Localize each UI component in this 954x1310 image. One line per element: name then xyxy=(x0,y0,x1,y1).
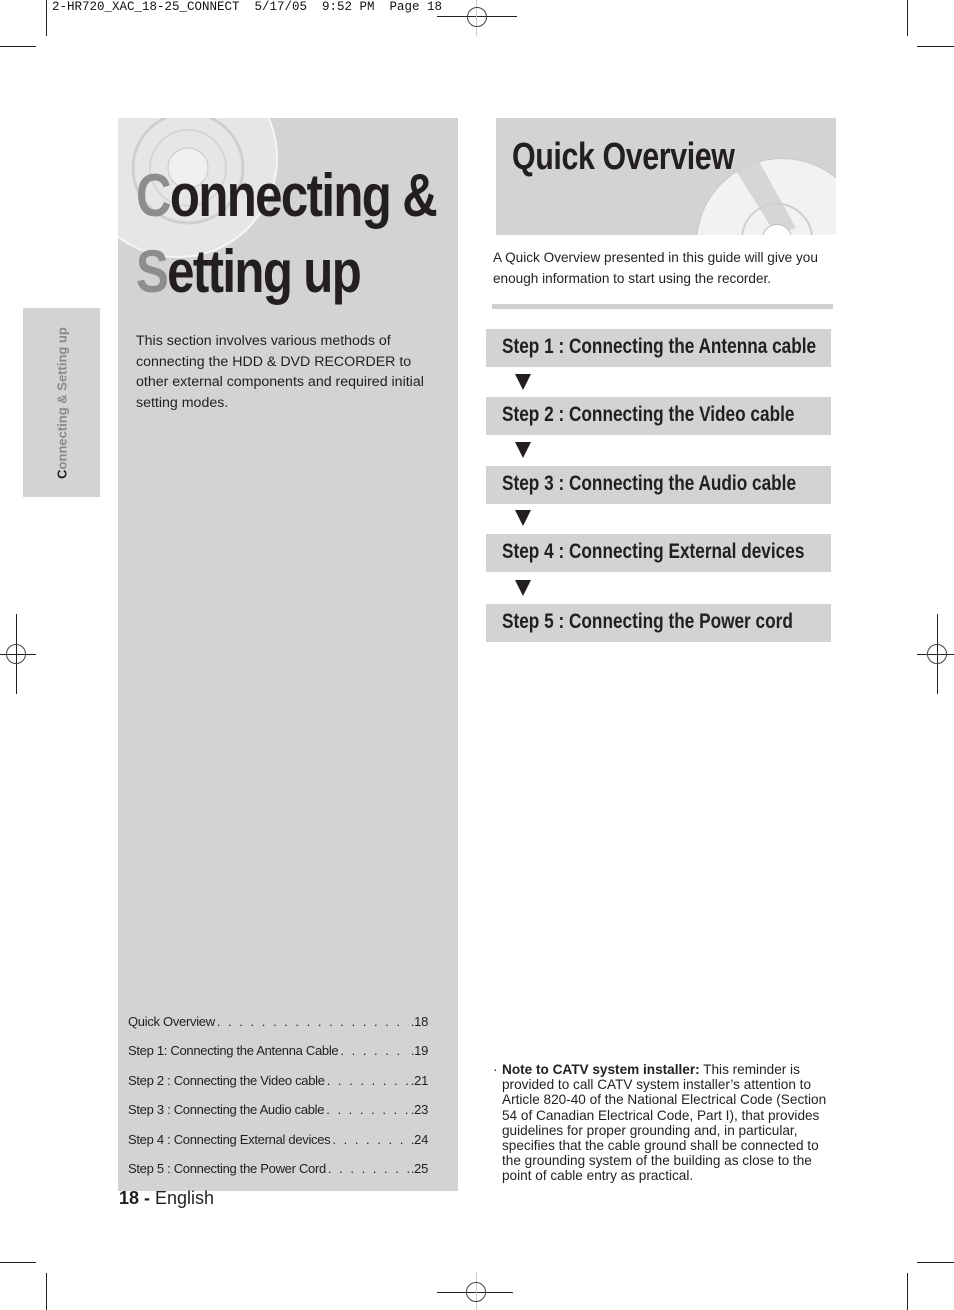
step-5-box: Step 5 : Connecting the Power cord xyxy=(486,604,831,642)
toc-label: Step 4 : Connecting External devices xyxy=(128,1131,331,1147)
toc-leader: . . . . . . . . . . . . . . . . . . . . … xyxy=(327,1160,409,1176)
toc-label: Step 2 : Connecting the Video cable xyxy=(128,1072,325,1088)
toc-label: Step 1: Connecting the Antenna Cable xyxy=(128,1043,339,1059)
step-label: Step 5 : Connecting the Power cord xyxy=(502,610,793,633)
toc-page: .19 xyxy=(410,1043,428,1059)
toc-leader: . . . . . . . . . . . . . . . . . . . . … xyxy=(326,1072,409,1088)
registration-circle-icon xyxy=(6,644,26,664)
title-line1: onnecting & xyxy=(169,162,438,229)
crop-mark xyxy=(917,1262,954,1263)
toc-page: .23 xyxy=(410,1102,428,1118)
toc-leader: . . . . . . . . . . . . . . . . . . . . … xyxy=(340,1043,408,1059)
toc-label: Step 5 : Connecting the Power Cord xyxy=(128,1160,326,1176)
toc-item-step-3[interactable]: Step 3 : Connecting the Audio cable. . .… xyxy=(128,1102,428,1131)
chapter-intro: This section involves various methods of… xyxy=(136,333,424,411)
table-of-contents: Quick Overview. . . . . . . . . . . . . … xyxy=(128,1014,428,1190)
toc-page: .21 xyxy=(410,1072,428,1088)
crop-mark xyxy=(0,46,36,47)
step-2-box: Step 2 : Connecting the Video cable xyxy=(486,397,831,435)
side-tab-cap: C xyxy=(54,468,69,479)
toc-page: .24 xyxy=(410,1131,428,1147)
crop-mark xyxy=(46,1273,47,1310)
toc-page: .25 xyxy=(410,1160,428,1176)
chapter-title: Connecting & Setting up xyxy=(136,158,438,310)
crop-mark xyxy=(907,0,908,36)
crop-mark xyxy=(917,46,954,47)
toc-item-quick-overview[interactable]: Quick Overview. . . . . . . . . . . . . … xyxy=(128,1014,428,1043)
note-heading: Note to CATV system installer: xyxy=(502,1062,700,1077)
print-slug: 2-HR720_XAC_18-25_CONNECT 5/17/05 9:52 P… xyxy=(52,0,443,14)
page-language: English xyxy=(150,1188,215,1208)
toc-leader: . . . . . . . . . . . . . . . . . . . . … xyxy=(216,1014,409,1029)
step-4-box: Step 4 : Connecting External devices xyxy=(486,534,831,572)
title-cap-s: S xyxy=(136,238,169,305)
step-label: Step 4 : Connecting External devices xyxy=(502,540,805,563)
step-label: Step 1 : Connecting the Antenna cable xyxy=(502,335,817,358)
note-text: This reminder is provided to call CATV s… xyxy=(502,1062,827,1184)
crop-mark xyxy=(907,1273,908,1310)
catv-note: · Note to CATV system installer: This re… xyxy=(493,1062,838,1184)
quick-overview-title: Quick Overview xyxy=(512,136,735,178)
toc-page: .18 xyxy=(410,1014,428,1029)
crop-mark xyxy=(0,1262,36,1263)
down-triangle-icon xyxy=(515,580,531,596)
step-label: Step 3 : Connecting the Audio cable xyxy=(502,472,797,495)
toc-item-step-1[interactable]: Step 1: Connecting the Antenna Cable. . … xyxy=(128,1043,428,1072)
chapter-panel: Connecting & Setting up This section inv… xyxy=(118,118,458,1191)
page-number: 18 - xyxy=(119,1188,151,1208)
title-line2: etting up xyxy=(167,238,362,305)
side-tab-rest: onnecting & Setting up xyxy=(54,326,69,469)
step-3-box: Step 3 : Connecting the Audio cable xyxy=(486,466,831,504)
step-1-box: Step 1 : Connecting the Antenna cable xyxy=(486,329,831,367)
registration-circle-icon xyxy=(466,1282,486,1302)
down-triangle-icon xyxy=(515,374,531,390)
toc-item-step-2[interactable]: Step 2 : Connecting the Video cable. . .… xyxy=(128,1073,428,1102)
quick-overview-description: A Quick Overview presented in this guide… xyxy=(493,250,818,286)
registration-circle-icon xyxy=(467,7,487,27)
side-tab-label: Connecting & Setting up xyxy=(54,327,69,479)
toc-item-step-5[interactable]: Step 5 : Connecting the Power Cord. . . … xyxy=(128,1161,428,1190)
side-section-tab: Connecting & Setting up xyxy=(23,308,100,497)
toc-item-step-4[interactable]: Step 4 : Connecting External devices. . … xyxy=(128,1132,428,1161)
crop-mark xyxy=(46,0,47,36)
toc-leader: . . . . . . . . . . . . . . . . . . . . … xyxy=(332,1131,408,1147)
title-cap-c: C xyxy=(136,162,172,229)
divider xyxy=(492,304,833,309)
registration-circle-icon xyxy=(927,644,947,664)
quick-overview-header: Quick Overview xyxy=(496,118,836,235)
down-triangle-icon xyxy=(515,442,531,458)
step-label: Step 2 : Connecting the Video cable xyxy=(502,403,795,426)
down-triangle-icon xyxy=(515,510,531,526)
toc-label: Quick Overview xyxy=(128,1014,215,1029)
toc-leader: . . . . . . . . . . . . . . . . . . . . … xyxy=(326,1102,409,1118)
page-footer: 18 - English xyxy=(119,1188,214,1209)
toc-label: Step 3 : Connecting the Audio cable xyxy=(128,1102,325,1118)
bullet-icon: · xyxy=(493,1062,498,1077)
